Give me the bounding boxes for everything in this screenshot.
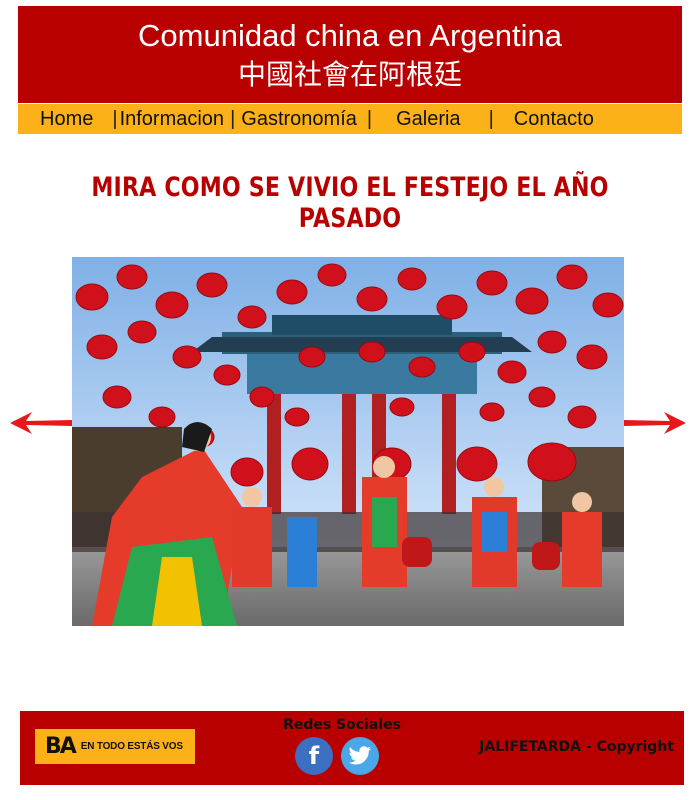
- slideshow-next-arrow-icon[interactable]: [624, 408, 686, 438]
- nav-separator: |: [230, 107, 236, 130]
- festival-photo: [72, 257, 624, 626]
- slideshow-image: [72, 257, 624, 626]
- ba-logo-mark: BA: [45, 734, 77, 759]
- slideshow-prev-arrow-icon[interactable]: [10, 408, 72, 438]
- nav-item-contacto[interactable]: Contacto: [514, 104, 594, 134]
- ba-logo[interactable]: BA EN TODO ESTÁS VOS: [35, 729, 195, 764]
- nav-item-galeria[interactable]: Galeria: [396, 104, 460, 134]
- social-label: Redes Sociales: [283, 717, 401, 733]
- nav-item-home[interactable]: Home: [40, 104, 93, 134]
- site-title: Comunidad china en Argentina: [138, 18, 562, 53]
- site-footer: BA EN TODO ESTÁS VOS Redes Sociales f JA…: [20, 711, 684, 785]
- main-nav: Home | Informacion | Gastronomía | Galer…: [18, 104, 682, 134]
- facebook-glyph: f: [308, 742, 320, 770]
- nav-item-informacion[interactable]: Informacion: [120, 104, 225, 134]
- page-headline: MIRA COMO SE VIVIO EL FESTEJO EL AÑO PAS…: [91, 172, 609, 234]
- copyright-text: JALIFETARDA - Copyright: [479, 739, 674, 755]
- site-header: Comunidad china en Argentina 中國社會在阿根廷: [18, 6, 682, 103]
- ba-logo-tagline: EN TODO ESTÁS VOS: [80, 741, 183, 752]
- nav-item-gastronomia[interactable]: Gastronomía: [241, 104, 357, 134]
- nav-separator: |: [366, 107, 373, 130]
- nav-separator: |: [112, 107, 118, 130]
- facebook-icon[interactable]: f: [295, 737, 333, 775]
- nav-separator: |: [488, 107, 494, 130]
- twitter-icon[interactable]: [341, 737, 379, 775]
- site-subtitle-chinese: 中國社會在阿根廷: [237, 58, 462, 91]
